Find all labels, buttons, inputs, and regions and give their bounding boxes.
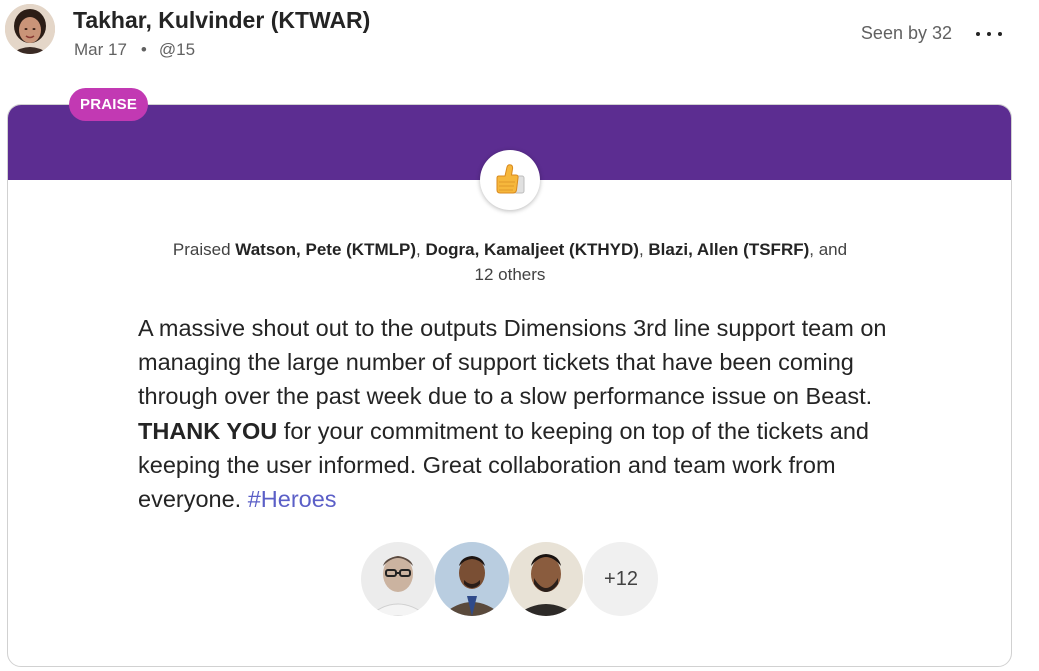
recipient-separator: , and	[809, 240, 848, 259]
dot-icon	[998, 32, 1002, 36]
more-recipients-button[interactable]: +12	[584, 542, 658, 616]
recipient-name[interactable]: Watson, Pete (KTMLP)	[235, 240, 416, 259]
dot-icon	[976, 32, 980, 36]
post-header: Takhar, Kulvinder (KTWAR) Mar 17 • @15 See…	[0, 0, 1039, 70]
seen-by-count[interactable]: Seen by 32	[861, 23, 952, 44]
author-name[interactable]: Takhar, Kulvinder (KTWAR)	[73, 7, 370, 34]
recipient-avatar[interactable]	[435, 542, 509, 616]
recipient-name[interactable]: Dogra, Kamaljeet (KTHYD)	[425, 240, 638, 259]
author-avatar[interactable]	[5, 4, 55, 54]
recipient-separator: ,	[638, 240, 649, 259]
post-meta: Mar 17 • @15	[74, 40, 195, 60]
recipient-avatar[interactable]	[509, 542, 583, 616]
praise-badge: PRAISE	[69, 88, 149, 121]
praised-prefix: Praised	[172, 240, 236, 259]
others-link[interactable]: 12 others	[475, 265, 546, 284]
thumbs-up-icon	[480, 150, 540, 210]
mention-count[interactable]: @15	[159, 40, 195, 59]
recipient-avatars: +12	[0, 540, 1039, 618]
post-date[interactable]: Mar 17	[74, 40, 127, 59]
dot-icon	[987, 32, 991, 36]
hashtag-link[interactable]: #Heroes	[248, 486, 337, 512]
message-bold-text: THANK YOU	[138, 417, 278, 444]
more-options-button[interactable]	[974, 22, 1004, 46]
message-text: A massive shout out to the outputs Dimen…	[138, 315, 887, 410]
praised-recipients: Praised Watson, Pete (KTMLP), Dogra, Kam…	[0, 237, 1020, 287]
recipient-avatar[interactable]	[361, 542, 435, 616]
meta-separator: •	[140, 40, 147, 59]
recipient-name[interactable]: Blazi, Allen (TSFRF)	[648, 240, 809, 259]
praise-message: A massive shout out to the outputs Dimen…	[138, 311, 908, 516]
